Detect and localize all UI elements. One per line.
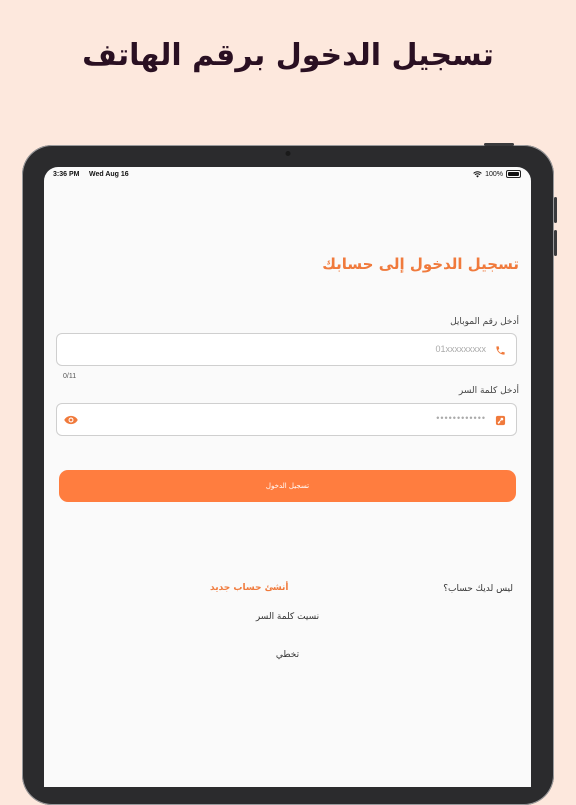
password-placeholder: •••••••••••• — [436, 413, 486, 423]
status-time: 3:36 PM — [53, 171, 80, 178]
password-label: أدخل كلمة السر — [458, 386, 519, 396]
side-button — [554, 230, 557, 256]
phone-label: أدخل رقم الموبايل — [450, 317, 519, 327]
side-button — [554, 197, 557, 223]
skip-link[interactable]: تخطي — [44, 650, 531, 660]
app-screen: 3:36 PM Wed Aug 16 100% تسجيل الدخول إلى… — [44, 167, 531, 787]
status-date: Wed Aug 16 — [89, 171, 129, 178]
status-bar: 3:36 PM Wed Aug 16 100% — [44, 167, 531, 183]
login-title: تسجيل الدخول إلى حسابك — [322, 255, 519, 273]
create-account-link[interactable]: أنشئ حساب جديد — [210, 583, 288, 593]
top-button — [484, 143, 514, 146]
battery-percent: 100% — [485, 170, 503, 178]
phone-icon — [496, 346, 505, 355]
battery-icon — [506, 170, 521, 178]
phone-field[interactable]: 01xxxxxxxxx — [56, 333, 517, 366]
page-headline: تسجيل الدخول برقم الهاتف — [82, 38, 494, 73]
camera-dot — [285, 151, 291, 156]
phone-char-counter: 0/11 — [63, 373, 77, 380]
forgot-password-link[interactable]: نسيت كلمة السر — [44, 612, 531, 622]
key-icon — [495, 415, 506, 426]
no-account-text: ليس لديك حساب؟ — [443, 584, 513, 594]
phone-placeholder: 01xxxxxxxxx — [435, 344, 486, 354]
wifi-icon — [473, 170, 482, 177]
login-button[interactable]: تسجيل الدخول — [59, 470, 516, 502]
eye-icon[interactable] — [64, 415, 78, 425]
password-field[interactable]: •••••••••••• — [56, 403, 517, 436]
